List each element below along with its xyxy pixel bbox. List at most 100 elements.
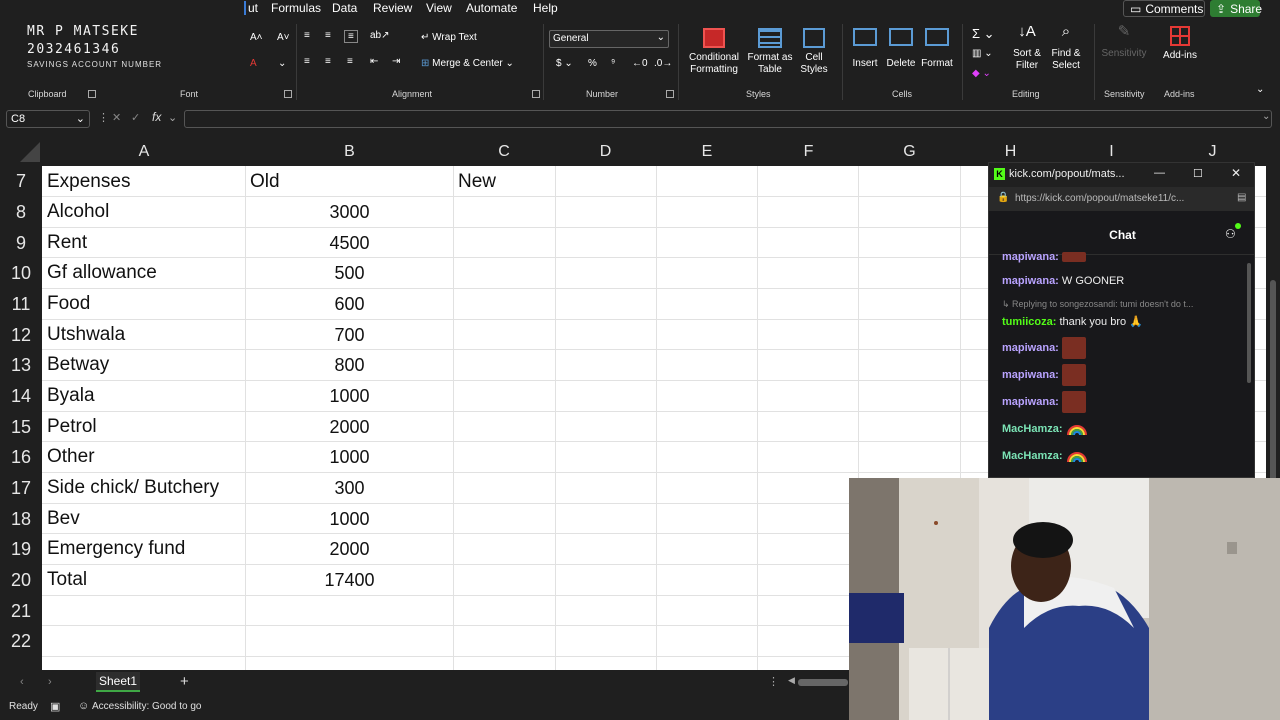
decrease-decimal-icon[interactable]: .0→ [654,58,672,69]
autosum-icon[interactable]: Σ ⌄ [972,26,995,42]
chat-username[interactable]: mapiwana: [1002,275,1059,287]
select-all-icon[interactable] [20,142,40,162]
row-header[interactable]: 15 [0,417,42,438]
column-header-f[interactable]: F [758,138,859,166]
column-header-b[interactable]: B [246,138,453,166]
font-launcher-icon[interactable] [284,90,292,98]
align-right-icon[interactable]: ≡ [347,56,353,67]
sort-filter-button[interactable]: ↓A Sort & Filter [1008,24,1046,72]
cell-a9[interactable]: Rent [47,232,87,254]
chevron-down-icon[interactable]: ⌄ [1256,84,1264,95]
column-header-d[interactable]: D [555,138,656,166]
chevron-left-icon[interactable]: ‹ [20,676,24,688]
add-sheet-icon[interactable]: + [180,673,189,690]
addins-button[interactable]: Add-ins [1158,26,1202,62]
align-middle-icon[interactable]: ≡ [325,30,331,41]
share-button[interactable]: ⇪ Share [1210,0,1262,17]
row-header[interactable]: 12 [0,325,42,346]
cell-b14[interactable]: 1000 [246,386,453,407]
tab-formulas[interactable]: Formulas [271,1,321,15]
horizontal-scrollbar-thumb[interactable] [798,679,848,686]
delete-button[interactable]: Delete [885,28,917,70]
chevron-down-icon[interactable]: ⌄ [168,111,177,124]
wrap-text-button[interactable]: ↵ Wrap Text [421,32,477,43]
cell-b9[interactable]: 4500 [246,233,453,254]
conditional-formatting-button[interactable]: Conditional Formatting [684,28,744,76]
chevron-down-icon[interactable]: ⌄ [278,58,286,69]
chat-username[interactable]: tumiicoza: [1002,316,1056,328]
fill-icon[interactable]: ▥ ⌄ [972,48,993,59]
clipboard-launcher-icon[interactable] [88,90,96,98]
row-header[interactable]: 7 [0,171,42,192]
macro-record-icon[interactable]: ▣ [50,700,60,713]
merge-center-button[interactable]: ⊞ Merge & Center ⌄ [421,58,514,69]
cell-a11[interactable]: Food [47,293,90,315]
cell-b7[interactable]: Old [250,171,280,193]
row-header[interactable]: 11 [0,294,42,315]
row-header[interactable]: 22 [0,631,42,652]
chat-url[interactable]: https://kick.com/popout/matseke11/c... [1015,193,1184,204]
row-header[interactable]: 13 [0,355,42,376]
chat-username[interactable]: mapiwana: [1002,396,1059,408]
number-launcher-icon[interactable] [666,90,674,98]
row-header[interactable]: 20 [0,570,42,591]
row-header[interactable]: 9 [0,233,42,254]
cell-b19[interactable]: 2000 [246,539,453,560]
cell-a12[interactable]: Utshwala [47,324,125,346]
find-select-button[interactable]: ⌕ Find & Select [1047,24,1085,72]
clear-icon[interactable]: ◆ ⌄ [972,68,991,79]
reader-icon[interactable]: ▤ [1237,192,1246,203]
users-icon[interactable]: ⚇ [1225,227,1236,241]
row-header[interactable]: 14 [0,386,42,407]
cell-c7[interactable]: New [458,171,496,193]
tab-partial[interactable]: ut [244,1,258,15]
scroll-left-icon[interactable]: ◀ [788,675,795,686]
row-header[interactable]: 18 [0,509,42,530]
align-bottom-icon[interactable]: ≡ [344,30,358,43]
align-top-icon[interactable]: ≡ [304,30,310,41]
cell-b16[interactable]: 1000 [246,447,453,468]
row-header[interactable]: 16 [0,447,42,468]
column-header-a[interactable]: A [42,138,246,166]
row-header[interactable]: 19 [0,539,42,560]
column-header-e[interactable]: E [656,138,758,166]
cell-a7[interactable]: Expenses [47,171,130,193]
sensitivity-button[interactable]: ✎ Sensitivity [1100,24,1148,60]
alignment-launcher-icon[interactable] [532,90,540,98]
cell-a8[interactable]: Alcohol [47,201,109,223]
accessibility-icon[interactable]: ☺ [78,700,89,712]
font-color-icon[interactable]: A [250,58,257,69]
cell-b17[interactable]: 300 [246,478,453,499]
scroll-up-icon[interactable] [1270,140,1276,146]
chevron-right-icon[interactable]: › [48,676,52,688]
close-icon[interactable]: ✕ [1231,166,1241,180]
percent-icon[interactable]: % [588,58,597,69]
column-header-c[interactable]: C [453,138,555,166]
tab-view[interactable]: View [426,1,452,15]
accessibility-status[interactable]: Accessibility: Good to go [92,701,202,712]
chat-username[interactable]: MacHamza: [1002,423,1063,435]
cell-a13[interactable]: Betway [47,354,109,376]
name-box[interactable]: C8 ⌄ [6,110,90,128]
tab-data[interactable]: Data [332,1,357,15]
cell-b12[interactable]: 700 [246,325,453,346]
cell-b13[interactable]: 800 [246,355,453,376]
chat-username[interactable]: MacHamza: [1002,450,1063,462]
cell-a17[interactable]: Side chick/ Butchery [47,477,219,499]
currency-icon[interactable]: $ ⌄ [556,58,573,69]
format-button[interactable]: Format [920,28,954,70]
chat-username[interactable]: mapiwana: [1002,369,1059,381]
cell-a15[interactable]: Petrol [47,416,97,438]
row-header[interactable]: 17 [0,478,42,499]
cell-b20[interactable]: 17400 [246,570,453,591]
decrease-indent-icon[interactable]: ⇤ [370,56,378,67]
expand-formula-icon[interactable]: ⌄ [1262,111,1270,122]
comments-button[interactable]: ▭ Comments [1123,0,1205,17]
maximize-icon[interactable]: ☐ [1193,167,1203,180]
format-as-table-button[interactable]: Format as Table [746,28,794,76]
column-header-g[interactable]: G [859,138,960,166]
align-center-icon[interactable]: ≡ [325,56,331,67]
chat-scrollbar[interactable] [1247,263,1251,383]
cell-b18[interactable]: 1000 [246,509,453,530]
cell-a16[interactable]: Other [47,446,95,468]
